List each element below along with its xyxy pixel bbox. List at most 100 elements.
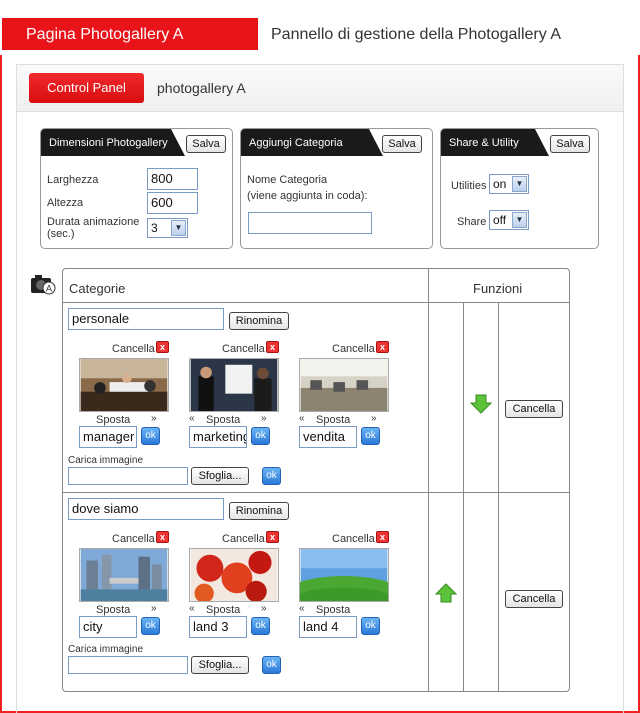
close-icon[interactable]: x [376,341,389,353]
move-right-arrow[interactable]: » [261,413,267,424]
chevron-down-icon: ▼ [171,220,186,236]
share-label: Share [457,216,487,228]
arrow-up-icon[interactable] [435,583,457,603]
category-name-input[interactable]: personale [68,308,224,330]
height-field[interactable]: 600 [147,192,198,214]
ok-button[interactable]: ok [141,427,160,445]
close-icon[interactable]: x [156,531,169,543]
category-name-field[interactable] [248,212,372,234]
section-label: photogallery A [157,80,246,96]
page-tab[interactable]: Pagina Photogallery A [2,18,258,50]
control-panel-button[interactable]: Control Panel [29,73,144,103]
upload-file-field[interactable] [68,656,188,674]
add-category-save-button[interactable]: Salva [382,135,422,153]
add-category-box-title: Aggiungi Categoria [241,129,383,156]
thumbnail-image [189,358,279,412]
svg-text:A: A [46,285,53,295]
ok-button[interactable]: ok [141,617,160,635]
category-name-input[interactable]: dove siamo [68,498,224,520]
delete-image-label: Cancella [222,343,265,355]
close-icon[interactable]: x [376,531,389,543]
dimensions-save-button[interactable]: Salva [186,135,226,153]
move-label: Sposta [96,414,131,426]
move-left-arrow[interactable]: « [299,413,305,424]
share-utility-save-button[interactable]: Salva [550,135,590,153]
ok-button[interactable]: ok [262,467,281,485]
thumbnail-image [299,358,389,412]
page-title: Pannello di gestione della Photogallery … [271,26,561,43]
move-right-arrow[interactable]: » [151,413,157,424]
categories-column-header: Categorie [69,281,126,296]
move-left-arrow[interactable]: « [189,413,195,424]
functions-column-header: Funzioni [473,281,523,296]
column-divider [428,269,429,691]
image-caption-input[interactable]: city [79,616,137,638]
upload-image-label: Carica immagine [68,644,144,655]
delete-image-label: Cancella [332,533,375,545]
rename-button[interactable]: Rinomina [229,502,289,520]
browse-button[interactable]: Sfoglia... [191,656,249,674]
upload-file-field[interactable] [68,467,188,485]
chevron-down-icon: ▼ [512,212,527,228]
rename-button[interactable]: Rinomina [229,312,289,330]
move-right-arrow[interactable]: » [371,413,377,424]
duration-value: 3 [151,221,158,235]
column-divider [463,302,464,691]
header-divider [63,302,569,303]
image-caption-input[interactable]: land 4 [299,616,357,638]
close-icon[interactable]: x [156,341,169,353]
move-left-arrow[interactable]: « [189,603,195,614]
row-divider [63,492,569,493]
height-label: Altezza [47,197,84,209]
ok-button[interactable]: ok [251,427,270,445]
thumbnail-image [189,548,279,602]
move-right-arrow[interactable]: » [151,603,157,614]
add-category-box: Aggiungi Categoria Salva Nome Categoria … [240,128,433,249]
delete-image-label: Cancella [112,533,155,545]
camera-icon: A [31,275,56,295]
ok-button[interactable]: ok [361,617,380,635]
image-caption-input[interactable]: land 3 [189,616,247,638]
column-divider [498,302,499,691]
thumbnail-image [299,548,389,602]
utilities-label: Utilities [451,180,487,192]
share-utility-box: Share & Utility Salva Utilities on ▼ Sha… [440,128,599,249]
delete-image-label: Cancella [222,533,265,545]
panel-header: Control Panel photogallery A [17,65,623,112]
image-caption-input[interactable]: manager [79,426,137,448]
ok-button[interactable]: ok [251,617,270,635]
move-right-arrow[interactable]: » [261,603,267,614]
category-name-label: Nome Categoria [247,174,328,186]
chevron-down-icon: ▼ [512,176,527,192]
duration-label: Durata animazione [47,216,140,228]
utilities-value: on [493,177,507,191]
share-value: off [493,213,507,227]
duration-select[interactable]: 3 ▼ [147,218,188,238]
ok-button[interactable]: ok [262,656,281,674]
arrow-down-icon[interactable] [470,394,492,414]
share-utility-box-title: Share & Utility [441,129,549,156]
image-caption-input[interactable]: vendita [299,426,357,448]
move-label: Sposta [206,414,241,426]
thumbnail-image [79,548,169,602]
move-label: Sposta [206,604,241,616]
upload-image-label: Carica immagine [68,455,144,466]
ok-button[interactable]: ok [361,427,380,445]
share-select[interactable]: off ▼ [489,210,529,230]
image-caption-input[interactable]: marketing [189,426,247,448]
width-field[interactable]: 800 [147,168,198,190]
top-bar: Pagina Photogallery A Pannello di gestio… [0,0,640,55]
move-label: Sposta [316,414,351,426]
move-left-arrow[interactable]: « [299,603,305,614]
move-label: Sposta [96,604,131,616]
width-label: Larghezza [47,174,99,186]
browse-button[interactable]: Sfoglia... [191,467,249,485]
utilities-select[interactable]: on ▼ [489,174,529,194]
dimensions-box: Dimensioni Photogallery Salva Larghezza … [40,128,233,249]
close-icon[interactable]: x [266,341,279,353]
delete-category-button[interactable]: Cancella [505,400,563,418]
close-icon[interactable]: x [266,531,279,543]
move-label: Sposta [316,604,351,616]
delete-category-button[interactable]: Cancella [505,590,563,608]
category-name-hint: (viene aggiunta in coda): [247,190,368,202]
